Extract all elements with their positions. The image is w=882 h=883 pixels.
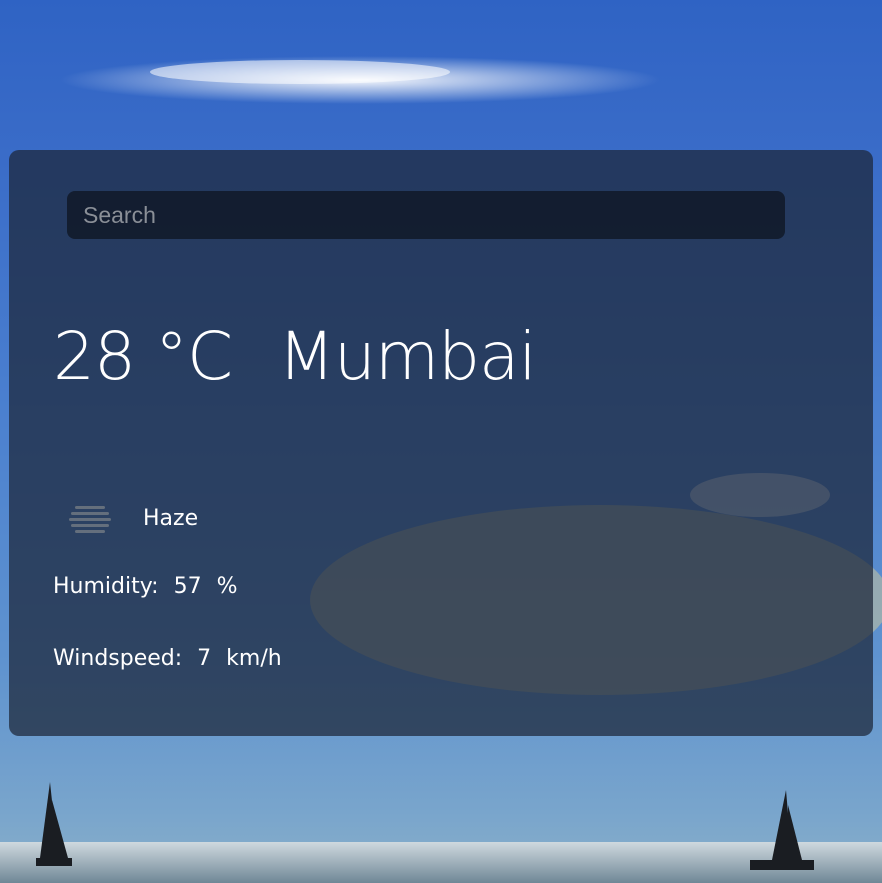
humidity-value: 57 xyxy=(173,574,202,599)
weather-card: 28 °C Mumbai Haze Humidity: 57 % Windspe… xyxy=(9,150,873,736)
humidity-unit: % xyxy=(216,574,238,599)
city-name: Mumbai xyxy=(278,318,537,395)
humidity-row: Humidity: 57 % xyxy=(53,574,245,599)
condition-label: Haze xyxy=(143,505,199,531)
temperature-unit: °C xyxy=(154,318,233,395)
humidity-label: Humidity: xyxy=(53,574,159,599)
search-input[interactable] xyxy=(67,191,785,239)
windspeed-row: Windspeed: 7 km/h xyxy=(53,646,290,671)
weather-condition: Haze xyxy=(67,500,198,536)
windspeed-label: Windspeed: xyxy=(53,646,183,671)
temperature-value: 28 xyxy=(53,318,136,395)
temperature-city-heading: 28 °C Mumbai xyxy=(53,318,537,395)
haze-icon xyxy=(67,500,113,536)
windspeed-unit: km/h xyxy=(226,646,282,671)
windspeed-value: 7 xyxy=(197,646,212,671)
